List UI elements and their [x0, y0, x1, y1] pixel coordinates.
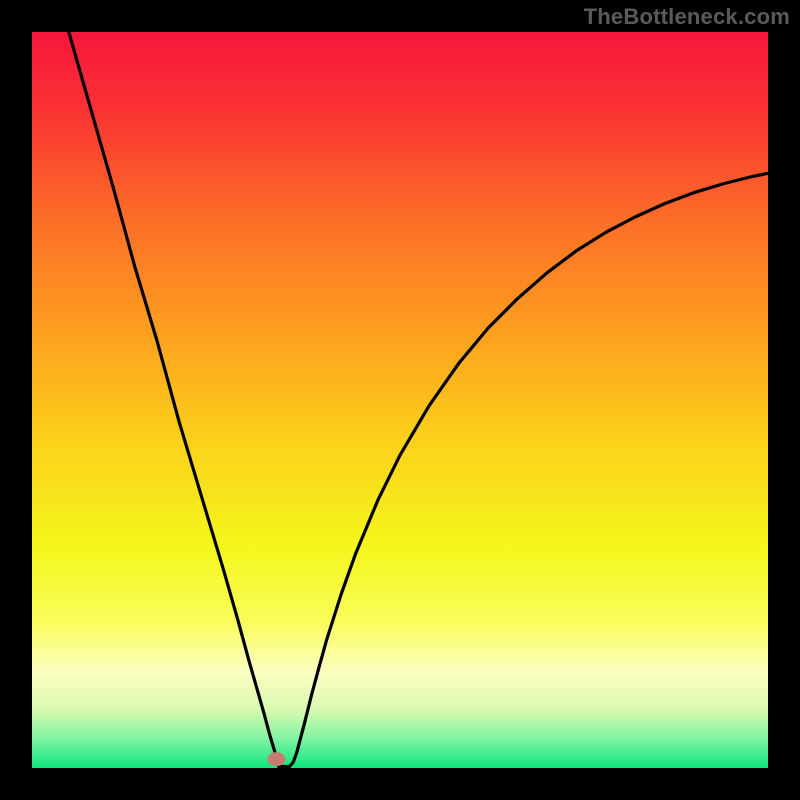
gradient-background	[32, 32, 768, 768]
plot-area	[32, 32, 768, 768]
highlight-point-icon	[267, 752, 285, 766]
watermark-label: TheBottleneck.com	[584, 4, 790, 30]
chart-container: TheBottleneck.com	[0, 0, 800, 800]
chart-svg	[32, 32, 768, 768]
